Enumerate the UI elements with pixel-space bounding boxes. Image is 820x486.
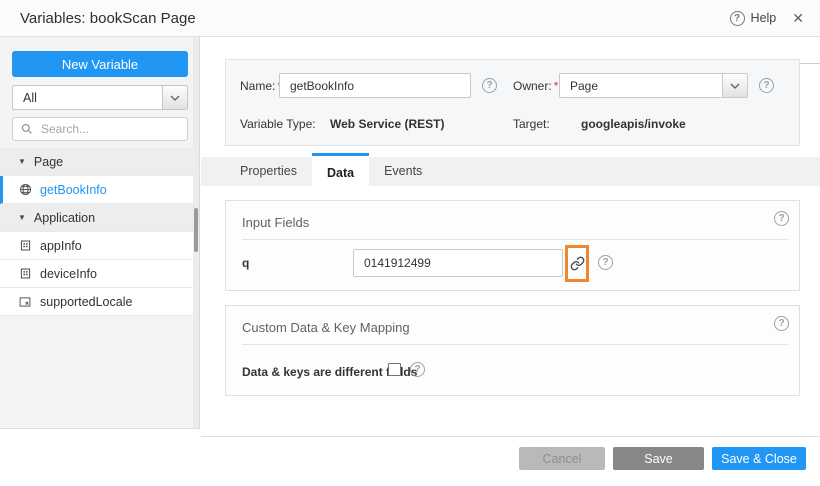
scroll-edge-line: [799, 63, 820, 64]
variables-tree: ▼ Page getBookInfo ▼ Application appInfo: [0, 148, 194, 316]
tab-data[interactable]: Data: [311, 153, 370, 190]
input-fields-help-icon[interactable]: ?: [774, 211, 789, 226]
tab-properties[interactable]: Properties: [225, 157, 312, 186]
locale-icon: [18, 296, 32, 308]
variable-filter-dropdown[interactable]: All: [12, 85, 188, 110]
tree-group-label: Application: [33, 210, 96, 225]
field-value-input[interactable]: [353, 249, 563, 277]
app-data-icon: [18, 240, 32, 251]
help-button[interactable]: ? Help: [729, 10, 777, 26]
tree-item-deviceinfo[interactable]: deviceInfo: [0, 260, 194, 288]
filter-selected-value: All: [23, 90, 37, 105]
app-data-icon: [18, 268, 32, 279]
custom-mapping-help-icon[interactable]: ?: [774, 316, 789, 331]
different-fields-checkbox[interactable]: [388, 363, 401, 376]
tree-item-label: getBookInfo: [40, 182, 107, 197]
close-icon[interactable]: ✕: [792, 11, 804, 25]
bind-data-button-highlighted[interactable]: [565, 245, 589, 282]
expand-triangle-icon[interactable]: ▼: [18, 213, 26, 222]
detail-tabs: Properties Data Events: [201, 153, 820, 190]
tree-item-label: deviceInfo: [40, 266, 97, 281]
search-icon: [21, 123, 33, 135]
required-asterisk: *: [553, 79, 559, 93]
save-and-close-button[interactable]: Save & Close: [712, 447, 806, 470]
checkbox-help-icon[interactable]: ?: [410, 362, 425, 377]
web-service-icon: [18, 183, 32, 196]
input-fields-section: Input Fields ? q ?: [225, 200, 800, 291]
tree-item-label: appInfo: [40, 238, 82, 253]
tree-item-supportedlocale[interactable]: supportedLocale: [0, 288, 194, 316]
page-title: Variables: bookScan Page: [20, 9, 196, 27]
target-label: Target:: [513, 117, 550, 131]
owner-selected-value: Page: [570, 78, 599, 93]
variable-summary-panel: Name:* ? Owner:* Page ? Variable Type: W…: [225, 59, 800, 146]
search-input[interactable]: [39, 121, 173, 137]
help-label: Help: [750, 11, 777, 25]
variable-detail-panel: Name:* ? Owner:* Page ? Variable Type: W…: [201, 37, 820, 437]
tree-group-page[interactable]: ▼ Page: [0, 148, 194, 176]
search-box: [12, 117, 188, 141]
footer-actions: Cancel Save Save & Close: [519, 447, 806, 470]
tree-item-label: supportedLocale: [40, 294, 133, 309]
chain-link-icon: [570, 256, 585, 271]
chevron-down-icon[interactable]: [722, 74, 747, 97]
section-divider: [242, 239, 789, 240]
owner-label: Owner: *: [513, 79, 559, 93]
header-actions: ? Help ✕: [729, 0, 804, 36]
custom-mapping-section: Custom Data & Key Mapping ? Data & keys …: [225, 305, 800, 396]
tree-item-appinfo[interactable]: appInfo: [0, 232, 194, 260]
variable-type-value: Web Service (REST): [330, 117, 445, 131]
variable-type-label: Variable Type:: [240, 117, 316, 131]
sidebar-scrollbar-thumb[interactable]: [194, 208, 198, 252]
section-title: Input Fields: [242, 215, 310, 230]
owner-dropdown[interactable]: Page: [559, 73, 748, 98]
expand-triangle-icon[interactable]: ▼: [18, 157, 26, 166]
section-title: Custom Data & Key Mapping: [242, 320, 410, 335]
target-value: googleapis/invoke: [581, 117, 686, 131]
tree-group-application[interactable]: ▼ Application: [0, 204, 194, 232]
section-divider: [242, 344, 789, 345]
name-field[interactable]: [279, 73, 471, 98]
new-variable-button[interactable]: New Variable: [12, 51, 188, 77]
chevron-down-icon[interactable]: [162, 86, 187, 109]
cancel-button[interactable]: Cancel: [519, 447, 605, 470]
variables-dialog: Variables: bookScan Page ? Help ✕ New Va…: [0, 0, 820, 486]
field-name-label: q: [242, 256, 250, 270]
tree-item-getbookinfo[interactable]: getBookInfo: [0, 176, 194, 204]
field-help-icon[interactable]: ?: [598, 255, 613, 270]
save-button[interactable]: Save: [613, 447, 704, 470]
owner-help-icon[interactable]: ?: [759, 78, 774, 93]
name-help-icon[interactable]: ?: [482, 78, 497, 93]
tree-group-label: Page: [33, 154, 64, 169]
dialog-header: Variables: bookScan Page ? Help ✕: [0, 0, 820, 37]
name-label: Name:*: [240, 79, 282, 93]
help-icon: ?: [729, 10, 745, 26]
variables-sidebar: New Variable All ▼ Page getBookInfo: [0, 37, 200, 429]
tab-events[interactable]: Events: [369, 157, 437, 186]
